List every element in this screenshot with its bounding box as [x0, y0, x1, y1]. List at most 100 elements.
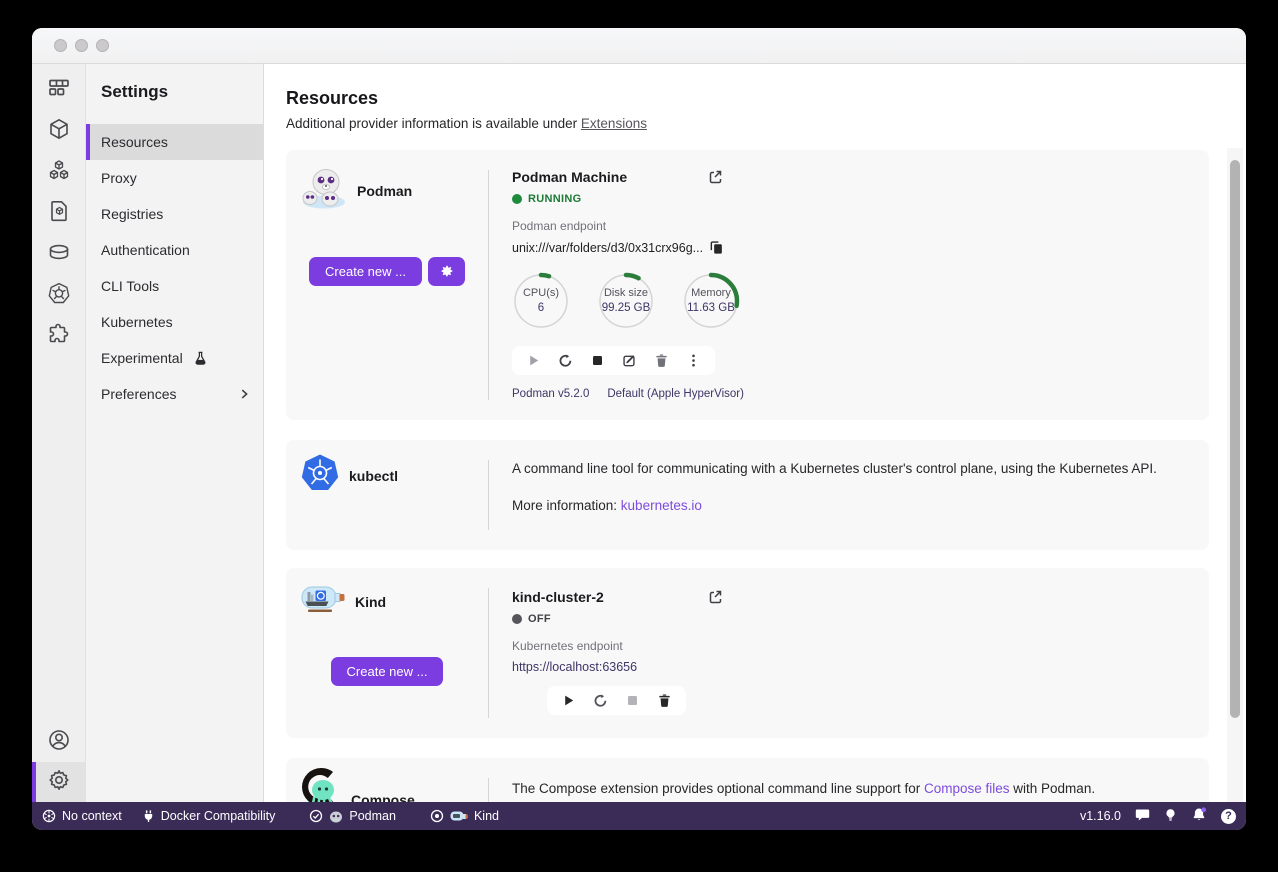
nav-item-authentication[interactable]: Authentication — [86, 232, 263, 268]
kind-create-new-button[interactable]: Create new ... — [331, 657, 444, 686]
nav-item-preferences[interactable]: Preferences — [86, 376, 263, 412]
podman-logo — [300, 166, 348, 215]
podman-machine-status: RUNNING — [512, 193, 1209, 205]
start-icon[interactable] — [561, 693, 576, 708]
kind-provider-card: Kind Create new ... kind-cluster-2 OFF — [286, 568, 1209, 738]
pods-icon — [47, 158, 71, 187]
compose-logo — [300, 766, 342, 802]
kubectl-more-info: More information: kubernetes.io — [512, 497, 1209, 516]
delete-icon[interactable] — [657, 693, 672, 708]
kube-context-icon — [42, 809, 56, 823]
help-icon[interactable]: ? — [1221, 809, 1236, 824]
status-bar: No context Docker Compatibility Podman K… — [32, 802, 1246, 830]
settings-nav: Settings Resources Proxy Registries Auth… — [86, 64, 264, 802]
podman-hypervisor: Default (Apple HyperVisor) — [607, 388, 744, 400]
app-window: Settings Resources Proxy Registries Auth… — [32, 28, 1246, 830]
sidebar-item-containers[interactable] — [32, 111, 85, 151]
compose-provider-card: Compose The Compose extension provides o… — [286, 758, 1209, 802]
kind-logo — [300, 582, 346, 621]
copy-icon[interactable] — [709, 240, 724, 255]
kube-context-status[interactable]: No context — [42, 809, 122, 823]
sidebar-item-account[interactable] — [32, 722, 85, 762]
dashboard-icon — [47, 76, 71, 105]
provider-name-kind: Kind — [355, 594, 386, 610]
extensions-link[interactable]: Extensions — [581, 116, 647, 131]
lightbulb-icon[interactable] — [1164, 808, 1177, 825]
podman-create-new-button[interactable]: Create new ... — [309, 257, 422, 286]
maximize-window-button[interactable] — [96, 39, 109, 52]
kubernetes-io-link[interactable]: kubernetes.io — [621, 498, 702, 513]
page-title: Resources — [286, 88, 1246, 109]
compose-description: The Compose extension provides optional … — [512, 780, 1209, 799]
scrollbar-track[interactable] — [1227, 148, 1243, 802]
kubectl-description: A command line tool for communicating wi… — [512, 460, 1209, 479]
compose-files-link[interactable]: Compose files — [924, 781, 1010, 796]
minimize-window-button[interactable] — [75, 39, 88, 52]
sidebar-item-extensions[interactable] — [32, 316, 85, 356]
page-subtitle: Additional provider information is avail… — [286, 116, 1246, 131]
provider-name-podman: Podman — [357, 183, 412, 199]
restart-icon[interactable] — [558, 353, 573, 368]
disk-gauge: Disk size99.25 GB — [597, 272, 655, 330]
title-bar — [32, 28, 1246, 64]
account-icon — [47, 728, 71, 757]
check-circle-icon — [309, 809, 323, 823]
close-window-button[interactable] — [54, 39, 67, 52]
machine-gauges: CPU(s)6 Disk size99.25 GB Memory11.63 GB — [512, 272, 1209, 330]
gear-icon — [439, 263, 454, 281]
kubectl-provider-card: kubectl A command line tool for communic… — [286, 440, 1209, 550]
nav-item-registries[interactable]: Registries — [86, 196, 263, 232]
memory-gauge: Memory11.63 GB — [682, 272, 740, 330]
podman-endpoint-value: unix:///var/folders/d3/0x31crx96g... — [512, 241, 703, 255]
nav-item-kubernetes[interactable]: Kubernetes — [86, 304, 263, 340]
notifications-bell-icon[interactable] — [1191, 807, 1207, 825]
podman-machine-name: Podman Machine — [512, 169, 627, 185]
external-link-icon[interactable] — [706, 588, 724, 606]
scrollbar-thumb[interactable] — [1230, 160, 1240, 718]
settings-gear-icon — [51, 768, 71, 797]
sidebar-item-kubernetes[interactable] — [32, 275, 85, 315]
podman-version: Podman v5.2.0 — [512, 388, 589, 400]
kebab-menu-icon[interactable] — [686, 353, 701, 368]
sidebar-item-dashboard[interactable] — [32, 70, 85, 110]
stop-icon[interactable] — [590, 353, 605, 368]
kind-endpoint-label: Kubernetes endpoint — [512, 639, 1209, 653]
kind-endpoint-value: https://localhost:63656 — [512, 660, 637, 674]
kind-cluster-status: OFF — [512, 613, 1209, 625]
sidebar-item-volumes[interactable] — [32, 234, 85, 274]
record-circle-icon — [430, 809, 444, 823]
podman-status[interactable]: Podman — [309, 809, 396, 823]
nav-item-resources[interactable]: Resources — [86, 124, 263, 160]
restart-icon[interactable] — [593, 693, 608, 708]
podman-provider-card: Podman Create new ... Podman Machine — [286, 150, 1209, 420]
plug-icon — [142, 809, 155, 823]
docker-compatibility-status[interactable]: Docker Compatibility — [142, 809, 276, 823]
extensions-icon — [47, 322, 71, 351]
sidebar-item-images[interactable] — [32, 193, 85, 233]
edit-icon[interactable] — [622, 353, 637, 368]
external-link-icon[interactable] — [706, 168, 724, 186]
delete-icon[interactable] — [654, 353, 669, 368]
stop-icon[interactable] — [625, 693, 640, 708]
flask-icon — [193, 351, 208, 366]
provider-name-compose: Compose — [351, 792, 415, 803]
podman-machine-actions — [512, 346, 715, 375]
podman-endpoint-label: Podman endpoint — [512, 219, 1209, 233]
sidebar-item-settings[interactable] — [32, 762, 85, 802]
volumes-icon — [47, 240, 71, 269]
podman-mini-icon — [329, 809, 343, 823]
kind-status[interactable]: Kind — [430, 809, 499, 823]
kubectl-logo — [300, 453, 340, 498]
nav-item-proxy[interactable]: Proxy — [86, 160, 263, 196]
podman-settings-button[interactable] — [428, 257, 465, 286]
app-sidebar — [32, 64, 86, 802]
nav-item-cli-tools[interactable]: CLI Tools — [86, 268, 263, 304]
kind-mini-icon — [450, 810, 468, 822]
images-icon — [47, 199, 71, 228]
kind-cluster-name: kind-cluster-2 — [512, 589, 604, 605]
sidebar-item-pods[interactable] — [32, 152, 85, 192]
start-icon[interactable] — [526, 353, 541, 368]
containers-icon — [47, 117, 71, 146]
nav-item-experimental[interactable]: Experimental — [86, 340, 263, 376]
feedback-icon[interactable] — [1135, 807, 1150, 825]
